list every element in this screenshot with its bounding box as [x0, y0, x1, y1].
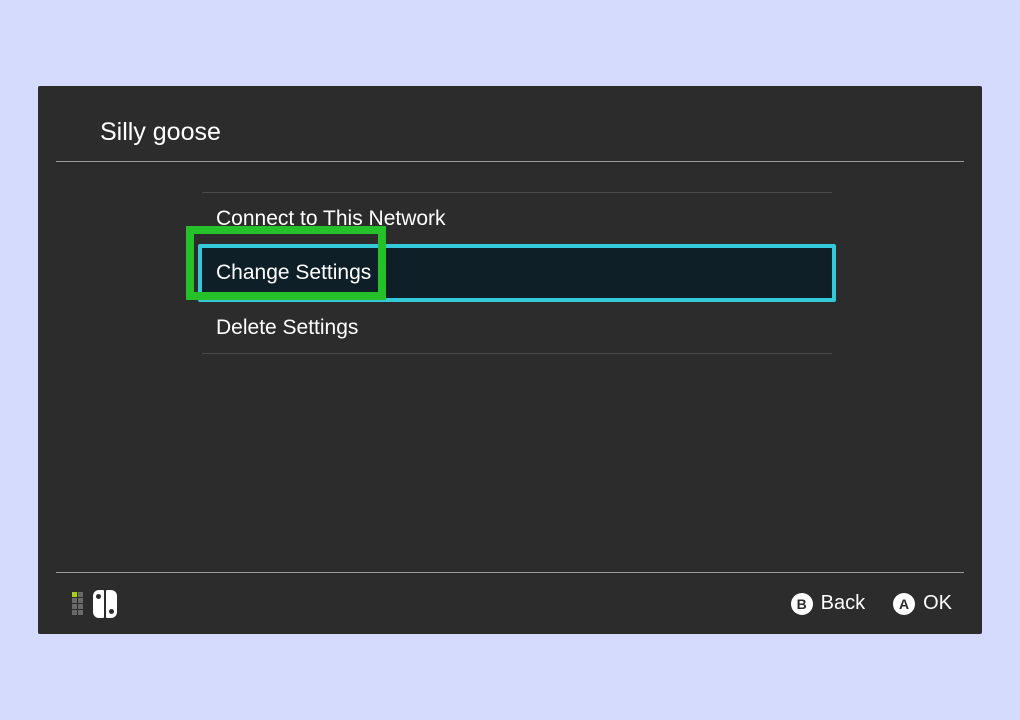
footer: B Back A OK [56, 572, 964, 634]
back-action[interactable]: B Back [791, 592, 865, 615]
joycon-left-icon [93, 590, 104, 618]
menu-item-change-settings[interactable]: Change Settings [198, 244, 836, 302]
a-button-icon: A [893, 593, 915, 615]
menu-item-label: Delete Settings [216, 316, 358, 340]
ok-action[interactable]: A OK [893, 592, 952, 615]
menu-list: Connect to This Network Change Settings … [202, 192, 832, 354]
menu-item-delete-settings[interactable]: Delete Settings [202, 302, 832, 354]
footer-actions: B Back A OK [791, 592, 952, 615]
controller-status [72, 590, 117, 618]
joycon-icon [93, 590, 117, 618]
header: Silly goose [56, 86, 964, 162]
menu-item-label: Change Settings [216, 261, 371, 285]
menu-item-connect[interactable]: Connect to This Network [202, 192, 832, 244]
controller-battery-icon [72, 592, 83, 615]
ok-label: OK [923, 592, 952, 615]
page-title: Silly goose [100, 118, 964, 147]
back-label: Back [821, 592, 865, 615]
joycon-right-icon [106, 590, 117, 618]
b-button-icon: B [791, 593, 813, 615]
menu-item-label: Connect to This Network [216, 207, 446, 231]
console-screen: Silly goose Connect to This Network Chan… [38, 86, 982, 634]
